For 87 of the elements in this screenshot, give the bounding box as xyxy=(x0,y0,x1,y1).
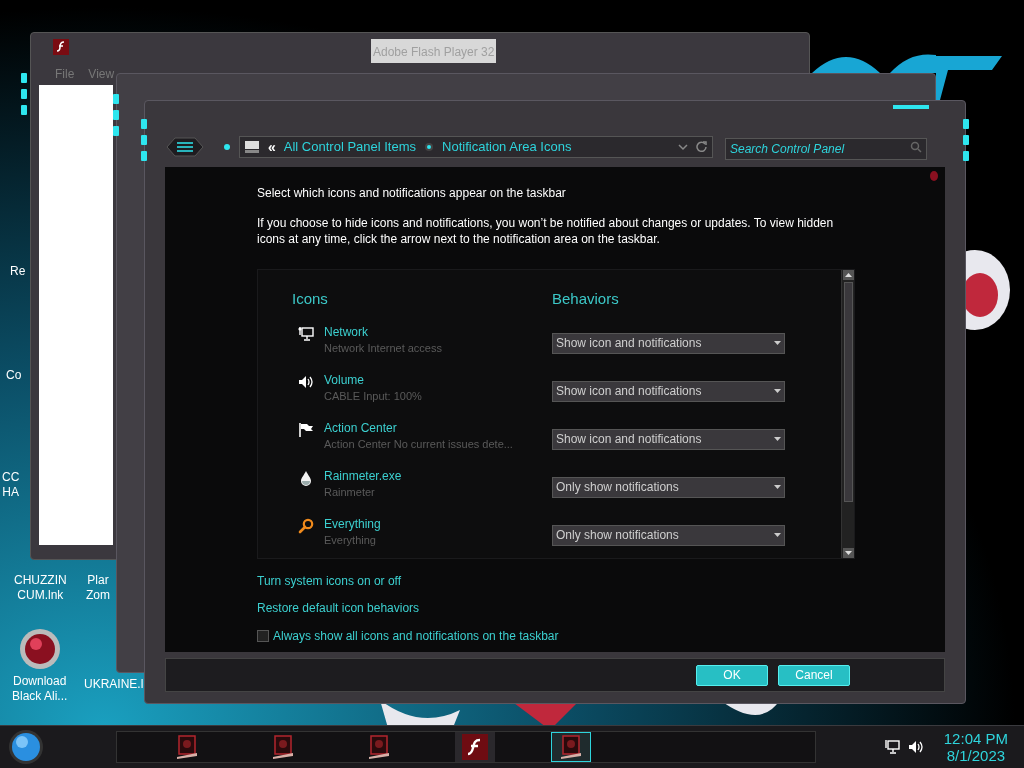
icon-description: Action Center No current issues dete... xyxy=(324,436,513,452)
scroll-up-icon[interactable] xyxy=(842,270,854,280)
magnifier-icon xyxy=(298,517,314,534)
search-icon[interactable] xyxy=(910,141,922,153)
desktop-icon-label[interactable]: UKRAINE.l xyxy=(84,677,144,692)
checkbox-label: Always show all icons and notifications on the taskbar xyxy=(273,628,559,645)
icon-name: Action Center xyxy=(324,420,398,436)
indicator-light xyxy=(963,135,969,145)
behavior-dropdown[interactable]: Only show notifications xyxy=(552,476,785,498)
indicator-light xyxy=(113,126,119,136)
desktop-icon-label[interactable]: CUM.lnk xyxy=(17,588,64,603)
taskbar-button[interactable] xyxy=(455,732,495,762)
clock[interactable]: 12:04 PM 8/1/2023 xyxy=(943,730,1008,764)
icon-description: Rainmeter xyxy=(324,484,376,500)
checkbox[interactable] xyxy=(257,630,269,642)
desktop-icon-label[interactable]: Download xyxy=(13,674,67,689)
caret-icon xyxy=(774,533,781,537)
icon-description: Everything xyxy=(324,532,377,548)
app-window-icon[interactable] xyxy=(272,735,294,759)
indicator-light xyxy=(21,105,27,115)
window-title: Adobe Flash Player 32 xyxy=(373,45,495,59)
behavior-dropdown[interactable]: Show icon and notifications xyxy=(552,332,785,354)
breadcrumb-link[interactable]: Notification Area Icons xyxy=(442,137,572,157)
search-field[interactable]: Search Control Panel xyxy=(725,138,927,160)
indicator-light xyxy=(113,94,119,104)
desktop-icon-label[interactable]: CC xyxy=(2,470,20,485)
behavior-dropdown[interactable]: Show icon and notifications xyxy=(552,380,785,402)
indicator-light xyxy=(141,119,147,129)
app-window-icon[interactable] xyxy=(560,735,582,759)
app-window-icon[interactable] xyxy=(368,735,390,759)
desktop-icon-label[interactable]: Black Ali... xyxy=(12,689,68,704)
column-header: Icons xyxy=(292,289,329,309)
icon-description: Network Internet access xyxy=(324,340,442,356)
link[interactable]: Restore default icon behaviors xyxy=(257,600,420,616)
caret-icon xyxy=(774,437,781,441)
caret-icon xyxy=(774,341,781,345)
caret-icon xyxy=(774,389,781,393)
orb-icon[interactable] xyxy=(18,628,61,670)
indicator-light xyxy=(141,135,147,145)
dropdown-caret-icon[interactable] xyxy=(678,143,688,151)
flag-icon xyxy=(298,421,314,438)
behavior-dropdown[interactable]: Show icon and notifications xyxy=(552,428,785,450)
flash-icon xyxy=(53,39,69,55)
back-chevron[interactable]: « xyxy=(268,140,276,154)
network-icon xyxy=(298,325,314,342)
desktop-icon-label[interactable]: CHUZZIN xyxy=(14,573,67,588)
desktop-icon-label[interactable]: HA xyxy=(2,485,19,500)
link[interactable]: Turn system icons on or off xyxy=(257,573,402,589)
column-header: Behaviors xyxy=(552,289,619,309)
caret-icon xyxy=(774,485,781,489)
indicator-light xyxy=(21,89,27,99)
separator-dot-icon xyxy=(424,142,435,152)
icon-name: Volume xyxy=(324,372,366,388)
indicator-light xyxy=(963,151,969,161)
indicator-light xyxy=(141,151,147,161)
computer-icon xyxy=(244,140,260,154)
drop-icon xyxy=(298,469,314,486)
indicator-light xyxy=(113,110,119,120)
speaker-tray-icon[interactable] xyxy=(907,739,924,755)
description: If you choose to hide icons and notifications, you won’t be notified about changes or updates. To view hidden icons at any time, click the arrow next to the notification area on the taskbar. xyxy=(257,215,835,247)
address-bar[interactable]: « All Control Panel Items Notification Area Icons xyxy=(239,136,713,158)
scrollbar[interactable] xyxy=(841,270,854,558)
icon-name: Network xyxy=(324,324,369,340)
indicator-light xyxy=(21,73,27,83)
desktop-icon-label[interactable]: Co xyxy=(6,368,22,383)
indicator-light xyxy=(963,119,969,129)
title-bar-accent xyxy=(893,105,929,109)
status-dot-icon xyxy=(223,143,231,151)
icon-description: CABLE Input: 100% xyxy=(324,388,422,404)
start-orb-icon[interactable] xyxy=(8,729,44,765)
refresh-icon[interactable] xyxy=(696,141,708,153)
behavior-dropdown[interactable]: Only show notifications xyxy=(552,524,785,546)
scroll-down-icon[interactable] xyxy=(842,548,854,558)
desktop-icon-label[interactable]: Plar xyxy=(87,573,109,588)
breadcrumb-link[interactable]: All Control Panel Items xyxy=(283,137,417,157)
scroll-thumb[interactable] xyxy=(843,282,853,502)
clock-time: 12:04 PM xyxy=(943,730,1008,747)
desktop-icon-label[interactable]: Re xyxy=(10,264,26,279)
network-tray-icon[interactable] xyxy=(883,739,900,755)
app-window-icon[interactable] xyxy=(176,735,198,759)
clock-date: 8/1/2023 xyxy=(946,747,1006,764)
icon-name: Everything xyxy=(324,516,381,532)
flash-app-icon[interactable] xyxy=(462,734,488,760)
taskbar-button[interactable] xyxy=(551,732,591,762)
icon-name: Rainmeter.exe xyxy=(324,468,402,484)
desktop-icon-label[interactable]: Zom xyxy=(86,588,110,603)
heading: Select which icons and notifications appear on the taskbar xyxy=(257,185,567,201)
